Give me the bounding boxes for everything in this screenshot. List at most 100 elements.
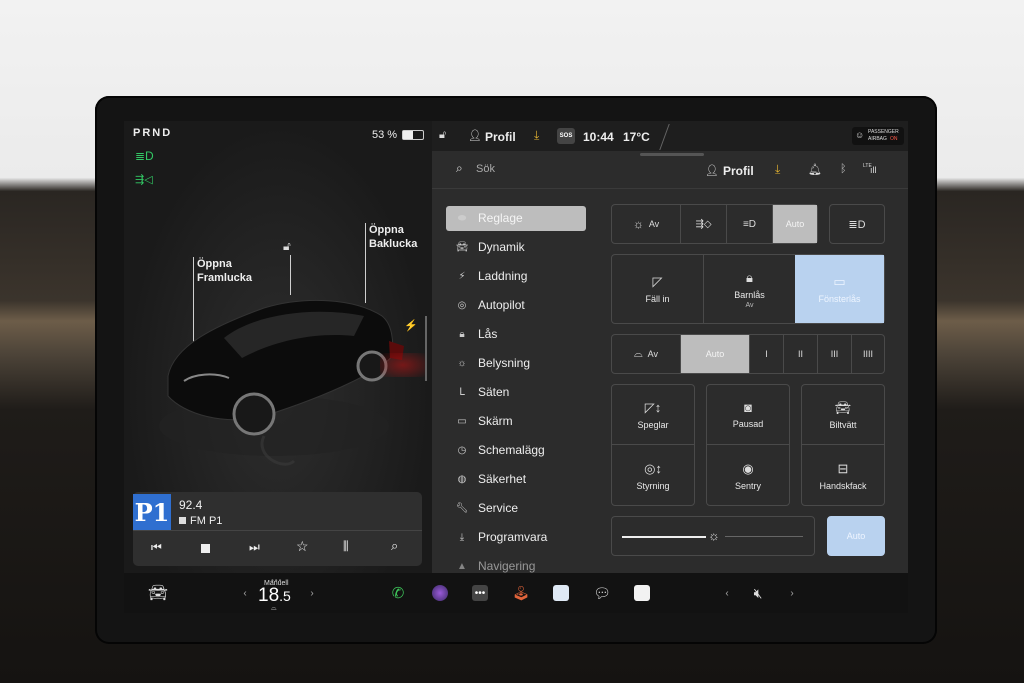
wiper-speed-3-label: III <box>830 349 839 359</box>
wiper-icon: ⌓ <box>633 347 643 360</box>
more-apps-icon[interactable]: ••• <box>468 573 492 613</box>
cabin-temperature[interactable]: 18.5 <box>258 585 291 607</box>
radio-station: FM P1 <box>190 515 223 527</box>
wiper-off-button[interactable]: ⌓ Av <box>612 335 680 373</box>
menu-item-service[interactable]: 🔧︎ Service <box>446 496 586 520</box>
menu-item-dynamik[interactable]: 🚘︎ Dynamik <box>446 235 586 259</box>
volume-down-chevron-icon[interactable]: ‹ <box>720 573 734 613</box>
high-beam-icon: ≣D <box>848 218 866 231</box>
brightness-auto-button[interactable]: Auto <box>827 516 885 556</box>
panel-drag-handle[interactable] <box>640 153 704 156</box>
biltvätt-button[interactable]: 🚘︎ Biltvätt <box>801 384 885 445</box>
window-lock-button[interactable]: ▭ Fönsterlås <box>795 255 884 323</box>
menu-item-laddning[interactable]: ⚡︎ Laddning <box>446 264 586 288</box>
download-icon[interactable]: ⤓ <box>534 128 539 143</box>
header-profile-icon[interactable]: 👤︎ <box>705 164 719 177</box>
wiper-speed-2[interactable]: II <box>783 335 817 373</box>
menu-item-label: Belysning <box>478 356 531 370</box>
unlock-icon[interactable]: 🔓︎ <box>283 239 291 254</box>
volume-up-chevron-icon[interactable]: › <box>785 573 799 613</box>
wiper-control: ⌓ Av Auto I II III IIII <box>611 334 885 374</box>
low-beam-button[interactable]: ≡D <box>726 205 772 243</box>
brightness-slider-track[interactable] <box>725 536 803 537</box>
menu-item-säten[interactable]: ᒪ Säten <box>446 380 586 404</box>
speglar-button[interactable]: ◸↕ Speglar <box>611 384 695 445</box>
notes-app-icon[interactable] <box>630 573 654 613</box>
notes-app-chip <box>634 585 650 601</box>
menu-item-autopilot[interactable]: ◎ Autopilot <box>446 293 586 317</box>
menu-item-skärm[interactable]: ▭ Skärm <box>446 409 586 433</box>
handskfack-button[interactable]: ⊟ Handskfack <box>801 445 885 506</box>
joystick-icon[interactable]: 🕹︎ <box>509 573 533 613</box>
grid-label: Sentry <box>734 480 761 491</box>
airbag-line2: AIRBAG <box>868 136 887 142</box>
calendar-app-icon[interactable] <box>549 573 573 613</box>
menu-item-schemalägg[interactable]: ◷ Schemalägg <box>446 438 586 462</box>
car-illustration <box>159 299 404 466</box>
wiper-auto-button[interactable]: Auto <box>680 335 749 373</box>
parking-lights-button[interactable]: ⇶◇ <box>680 205 726 243</box>
skip-forward-icon[interactable]: ⏭︎ <box>249 540 260 555</box>
brightness-sun-icon: ☼ <box>708 528 720 543</box>
fog-light-indicator-icon: ⇶◁ <box>135 174 153 186</box>
temp-down-chevron-icon[interactable]: ‹ <box>238 573 252 613</box>
menu-item-lås[interactable]: 🔒︎ Lås <box>446 322 586 346</box>
statusbar-profile[interactable]: Profil <box>485 130 516 144</box>
pausad-button[interactable]: ◙ Pausad <box>706 384 790 445</box>
search-icon[interactable]: ⌕ <box>456 161 463 176</box>
bluetooth-icon[interactable]: ᛒ <box>840 163 847 175</box>
favorite-star-icon[interactable]: ☆ <box>296 538 309 555</box>
taskbar: 🚘︎ ‹ ••• Manuell 18.5 ⌓ › ✆ ••• 🕹︎ 💬︎ ‹ … <box>124 573 908 613</box>
messages-icon[interactable]: 💬︎ <box>590 573 614 613</box>
header-download-icon[interactable]: ⤓ <box>775 162 780 177</box>
skip-back-icon[interactable]: ⏮︎ <box>151 540 162 555</box>
wiper-speed-3[interactable]: III <box>817 335 851 373</box>
display-icon: ▭ <box>457 415 467 427</box>
more-apps-chip: ••• <box>472 585 488 601</box>
header-divider <box>432 188 908 189</box>
station-logo-text: P1 <box>134 497 170 527</box>
phone-icon[interactable]: ✆ <box>386 573 410 613</box>
menu-item-label: Service <box>478 501 519 515</box>
lights-auto-button[interactable]: Auto <box>772 205 817 243</box>
car-icon[interactable]: 🚘︎ <box>144 573 172 613</box>
fold-mirrors-button[interactable]: ◸ Fäll in <box>612 255 703 323</box>
menu-item-belysning[interactable]: ☼ Belysning <box>446 351 586 375</box>
car-icon: 🚘︎ <box>455 241 469 253</box>
media-search-icon[interactable]: ⌕ <box>391 538 398 554</box>
menu-item-säkerhet[interactable]: ◍ Säkerhet <box>446 467 586 491</box>
search-input[interactable]: Sök <box>476 163 495 175</box>
radio-frequency: 92.4 <box>179 498 203 512</box>
brightness-slider-fill[interactable] <box>622 536 706 538</box>
profile-icon[interactable]: 👤︎ <box>468 129 482 142</box>
gear-indicator: PRND <box>133 127 173 139</box>
styrning-button[interactable]: ◎↕ Styrning <box>611 445 695 506</box>
wiper-speed-4[interactable]: IIII <box>851 335 884 373</box>
sun-icon: ☼ <box>632 217 644 231</box>
menu-item-reglage[interactable]: ⬬ Reglage <box>446 206 586 230</box>
wiper-speed-1[interactable]: I <box>749 335 783 373</box>
high-beam-button[interactable]: ≣D <box>829 204 885 244</box>
frunk-open-label[interactable]: Öppna Framlucka <box>197 257 252 285</box>
menu-item-programvara[interactable]: ⤓ Programvara <box>446 525 586 549</box>
mirror-fold-icon: ◸ <box>652 274 663 289</box>
toggle-icon: ⬬ <box>457 212 467 224</box>
shield-icon: ◍ <box>457 473 467 485</box>
lights-off-button[interactable]: ☼ Av <box>612 205 680 243</box>
mirror-adjust-icon: ◸↕ <box>644 399 662 415</box>
temp-up-chevron-icon[interactable]: › <box>305 573 319 613</box>
sentry-button[interactable]: ◉ Sentry <box>706 445 790 506</box>
equalizer-icon[interactable]: ⫼ <box>343 539 349 554</box>
camera-app-icon[interactable] <box>428 573 452 613</box>
child-lock-button[interactable]: 🔒︎ Barnlås Av <box>703 255 795 323</box>
media-player[interactable]: P1 92.4 FM P1 ⏮︎ ⏭︎ ☆ ⫼ ⌕ <box>133 492 422 566</box>
trunk-open-label[interactable]: Öppna Baklucka <box>369 223 417 251</box>
status-bar: 🔓︎ 👤︎ Profil ⤓ SOS 10:44 17°C ☺ PASSENGE… <box>432 121 908 151</box>
header-profile[interactable]: Profil <box>723 164 754 178</box>
stop-icon[interactable] <box>201 544 210 553</box>
lock-status-icon[interactable]: 🔓︎ <box>439 129 446 142</box>
camera-app-chip <box>432 585 448 601</box>
bell-icon[interactable]: 🔔︎ <box>808 163 822 176</box>
sos-badge[interactable]: SOS <box>557 128 575 144</box>
mute-icon[interactable]: 🔇︎ <box>744 573 772 613</box>
